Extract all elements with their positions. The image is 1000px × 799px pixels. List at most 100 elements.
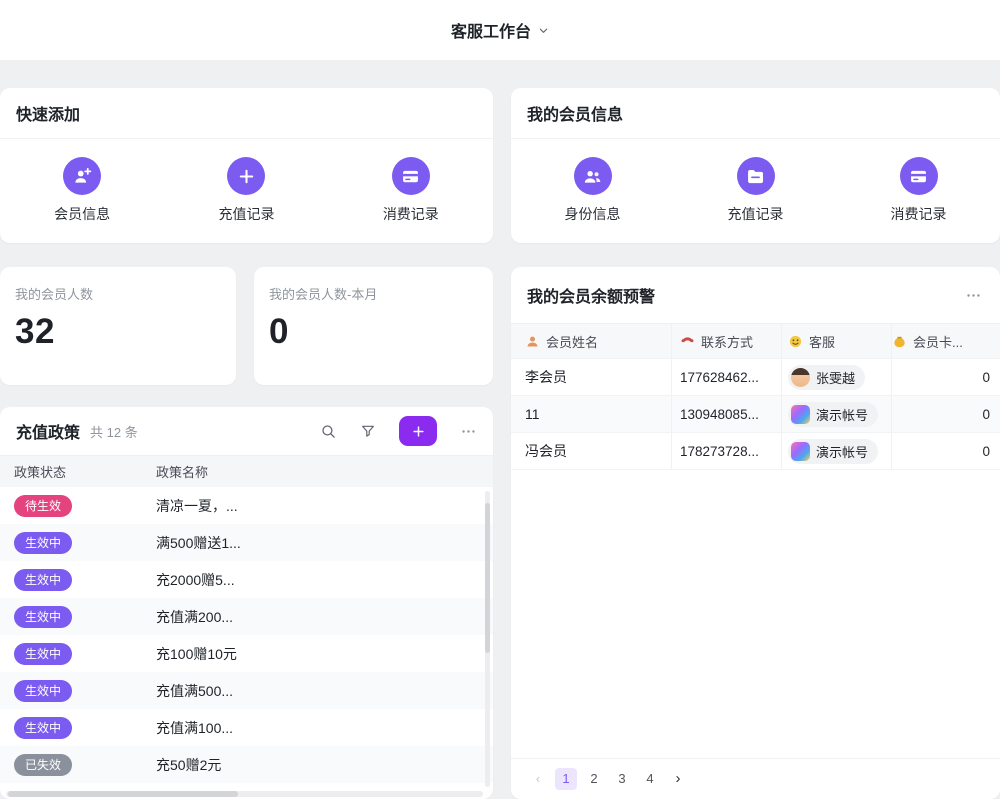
record-count: 共 12 条	[90, 422, 138, 441]
pagination-page[interactable]: 4	[639, 768, 661, 790]
balance-warning-title: 我的会员余额预警	[527, 283, 655, 307]
policy-name: 充100赠10元	[156, 644, 493, 664]
workspace-switcher[interactable]: 客服工作台	[451, 18, 549, 42]
policy-name: 充值满200...	[156, 607, 493, 627]
app-header: 客服工作台	[0, 0, 1000, 60]
policy-name: 满500赠送1...	[156, 533, 493, 553]
member-name-cell: 冯会员	[511, 433, 671, 469]
column-header-status[interactable]: 政策状态	[0, 462, 156, 481]
pagination-page[interactable]: 2	[583, 768, 605, 790]
add-record-button[interactable]	[399, 416, 437, 446]
recharge-record-action[interactable]: 充值记录	[728, 157, 784, 224]
member-add-icon	[63, 157, 101, 195]
table-row[interactable]: 生效中 充值满500...	[0, 672, 493, 709]
stat-value: 32	[15, 312, 221, 352]
action-label: 会员信息	[54, 204, 110, 224]
status-badge: 生效中	[14, 680, 72, 702]
quick-add-consume-record[interactable]: 消费记录	[383, 157, 439, 224]
balance-table-header: 会员姓名 联系方式 客服 会员卡...	[511, 323, 1000, 359]
status-badge: 生效中	[14, 532, 72, 554]
more-icon[interactable]	[460, 423, 477, 440]
chevron-down-icon	[538, 25, 549, 36]
policy-name: 充值满100...	[156, 718, 493, 738]
policy-name: 充值满500...	[156, 681, 493, 701]
my-member-info-actions: 身份信息 充值记录 消费记录	[511, 139, 1000, 242]
pagination: ‹ 1 2 3 4 ›	[511, 758, 1000, 799]
avatar	[791, 405, 810, 424]
action-label: 充值记录	[728, 204, 784, 224]
column-header-contact[interactable]: 联系方式	[671, 324, 781, 358]
contact-cell: 178273728...	[671, 433, 781, 469]
contact-cell: 177628462...	[671, 359, 781, 395]
balance-cell: 0	[891, 396, 1000, 432]
status-badge: 待生效	[14, 495, 72, 517]
table-row[interactable]: 已失效 充50赠2元	[0, 746, 493, 783]
quick-add-recharge-record[interactable]: 充值记录	[218, 157, 274, 224]
contact-cell: 130948085...	[671, 396, 781, 432]
pagination-prev[interactable]: ‹	[527, 768, 549, 790]
agent-cell: 演示帐号	[781, 433, 891, 469]
balance-cell: 0	[891, 433, 1000, 469]
coin-icon	[892, 334, 907, 349]
balance-cell: 0	[891, 359, 1000, 395]
folder-icon	[737, 157, 775, 195]
quick-add-member-info[interactable]: 会员信息	[54, 157, 110, 224]
card-icon	[392, 157, 430, 195]
quick-add-title: 快速添加	[0, 88, 493, 139]
column-header-member-name[interactable]: 会员姓名	[511, 324, 671, 358]
status-badge: 已失效	[14, 754, 72, 776]
action-label: 消费记录	[891, 204, 947, 224]
table-row[interactable]: 生效中 充值满100...	[0, 709, 493, 746]
pagination-page[interactable]: 3	[611, 768, 633, 790]
pagination-next[interactable]: ›	[667, 768, 689, 790]
table-row[interactable]: 李会员 177628462... 张雯越 0	[511, 359, 1000, 396]
status-badge: 生效中	[14, 643, 72, 665]
status-badge: 生效中	[14, 569, 72, 591]
recharge-policy-title: 充值政策	[16, 419, 80, 443]
member-name-cell: 11	[511, 396, 671, 432]
table-row[interactable]: 待生效 清凉一夏，...	[0, 487, 493, 524]
table-row[interactable]: 冯会员 178273728... 演示帐号 0	[511, 433, 1000, 470]
table-row[interactable]: 生效中 满500赠送1...	[0, 524, 493, 561]
horizontal-scrollbar-thumb[interactable]	[8, 791, 238, 797]
card-icon	[900, 157, 938, 195]
stat-label: 我的会员人数-本月	[269, 284, 478, 303]
pagination-page[interactable]: 1	[555, 768, 577, 790]
action-label: 身份信息	[565, 204, 621, 224]
avatar	[791, 368, 810, 387]
stat-label: 我的会员人数	[15, 284, 221, 303]
vertical-scrollbar-thumb[interactable]	[485, 503, 490, 653]
quick-add-card: 快速添加 会员信息 充值记录 消费记录	[0, 88, 493, 243]
member-icon	[525, 334, 540, 349]
balance-table: 会员姓名 联系方式 客服 会员卡... 李会员 177628462... 张雯越	[511, 323, 1000, 470]
stat-card-member-count: 我的会员人数 32	[0, 267, 236, 385]
table-row[interactable]: 生效中 充100赠10元	[0, 635, 493, 672]
column-header-card-balance[interactable]: 会员卡...	[891, 324, 1000, 358]
table-row[interactable]: 11 130948085... 演示帐号 0	[511, 396, 1000, 433]
column-header-agent[interactable]: 客服	[781, 324, 891, 358]
stat-card-member-count-month: 我的会员人数-本月 0	[254, 267, 493, 385]
phone-icon	[680, 334, 695, 349]
identity-info-action[interactable]: 身份信息	[565, 157, 621, 224]
policy-name: 充2000赠5...	[156, 570, 493, 590]
search-icon[interactable]	[320, 423, 337, 440]
policy-name: 清凉一夏，...	[156, 496, 493, 516]
table-row[interactable]: 生效中 充值满200...	[0, 598, 493, 635]
recharge-policy-card: 充值政策 共 12 条 政策状态 政策名称 待生效 清凉一夏，... 生效中	[0, 407, 493, 799]
agent-chip: 演示帐号	[788, 402, 878, 427]
agent-chip: 演示帐号	[788, 439, 878, 464]
smiley-icon	[788, 334, 803, 349]
more-icon[interactable]	[965, 287, 982, 304]
agent-chip: 张雯越	[788, 365, 865, 390]
policy-table-header: 政策状态 政策名称	[0, 455, 493, 487]
table-row[interactable]: 生效中 充2000赠5...	[0, 561, 493, 598]
filter-icon[interactable]	[360, 423, 376, 439]
quick-add-actions: 会员信息 充值记录 消费记录	[0, 139, 493, 242]
action-label: 充值记录	[218, 204, 274, 224]
policy-rows: 待生效 清凉一夏，... 生效中 满500赠送1... 生效中 充2000赠5.…	[0, 487, 493, 783]
member-name-cell: 李会员	[511, 359, 671, 395]
agent-cell: 演示帐号	[781, 396, 891, 432]
consume-record-action[interactable]: 消费记录	[891, 157, 947, 224]
column-header-name[interactable]: 政策名称	[156, 462, 493, 481]
balance-warning-card: 我的会员余额预警 会员姓名 联系方式 客服 会员卡... 李	[511, 267, 1000, 799]
